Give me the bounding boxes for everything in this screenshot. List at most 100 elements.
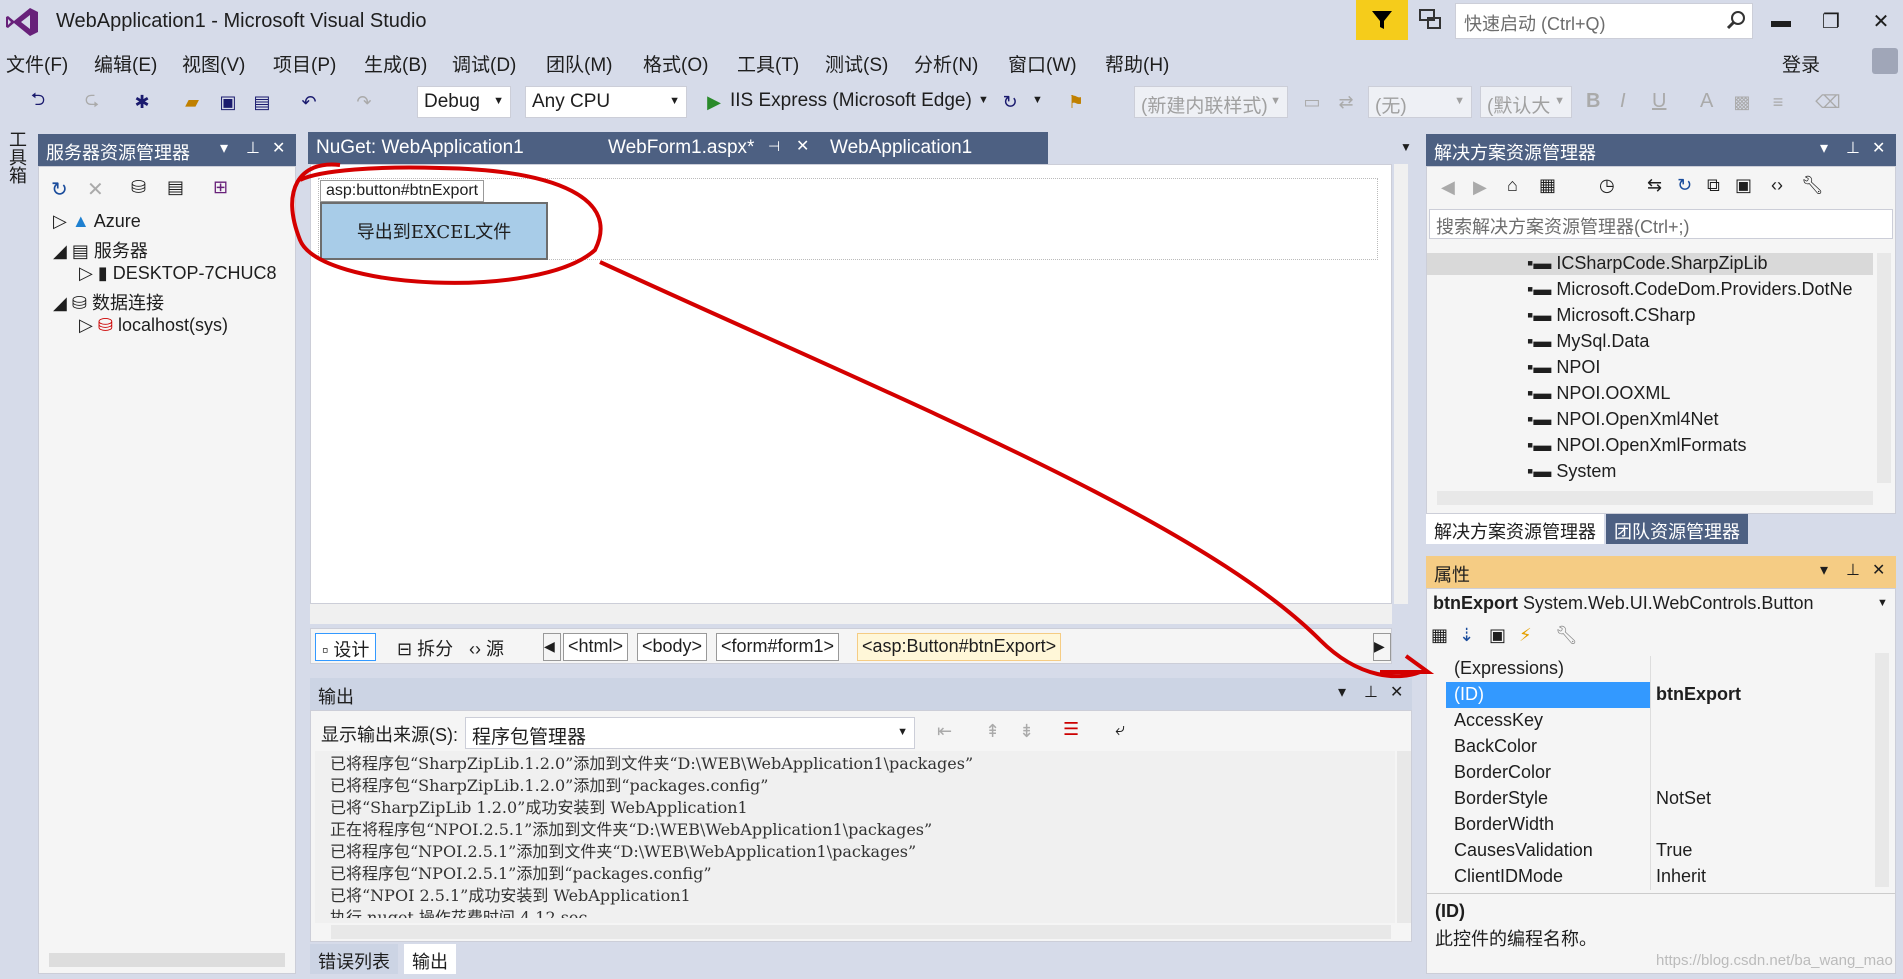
menu-help[interactable]: 帮助(H) (1105, 50, 1169, 77)
sync-icon[interactable]: ⇆ (1647, 175, 1662, 196)
pin-icon[interactable]: ⊥ (246, 138, 260, 158)
notification-filter-icon[interactable] (1356, 0, 1408, 40)
forward-icon[interactable]: ⮎ (78, 88, 106, 116)
reference-item[interactable]: ▪▬ ICSharpCode.SharpZipLib (1527, 253, 1768, 274)
designer-horizontal-scrollbar[interactable] (310, 604, 1392, 624)
tab-error-list[interactable]: 错误列表 (310, 944, 398, 974)
property-row[interactable]: BackColor (1446, 734, 1872, 760)
tab-team-explorer[interactable]: 团队资源管理器 (1606, 514, 1748, 544)
tree-node-servers[interactable]: ◢ ▤ 服务器 (53, 237, 148, 263)
tab-webform1[interactable]: WebForm1.aspx* ⊣ ✕ (600, 132, 822, 164)
tab-nuget[interactable]: NuGet: WebApplication1 (308, 132, 600, 164)
reference-item[interactable]: ▪▬ NPOI.OOXML (1527, 383, 1670, 404)
property-row-selected[interactable]: (ID) btnExport (1446, 682, 1872, 708)
design-view-tab[interactable]: ▫ 设计 (315, 633, 377, 661)
close-tab-icon[interactable]: ✕ (796, 136, 809, 156)
tree-node-azure[interactable]: ▷ ▲ Azure (53, 211, 141, 232)
forward-icon[interactable]: ▶ (1473, 177, 1487, 198)
close-panel-icon[interactable]: ✕ (1872, 138, 1885, 158)
solution-platform-select[interactable]: Any CPU ▼ (525, 86, 687, 118)
font-size-select[interactable]: (默认大 ▼ (1480, 86, 1572, 118)
menu-view[interactable]: 视图(V) (182, 50, 245, 77)
show-all-files-icon[interactable]: ▣ (1735, 175, 1752, 196)
property-row[interactable]: BorderStyle NotSet (1446, 786, 1872, 812)
quick-launch-input[interactable]: 快速启动 (Ctrl+Q) (1455, 3, 1753, 39)
refresh-icon[interactable]: ↻ (51, 177, 68, 202)
crumb-prev-icon[interactable]: ◀ (543, 633, 561, 661)
refresh-dropdown-icon[interactable]: ▼ (1032, 94, 1043, 106)
tree-node-localhost[interactable]: ▷ ⛁ localhost(sys) (79, 315, 228, 336)
justify-icon[interactable]: ≡ (1764, 88, 1792, 116)
split-view-tab[interactable]: ⊟ 拆分 (397, 635, 453, 661)
menu-analyze[interactable]: 分析(N) (914, 50, 978, 77)
block-format-select[interactable]: (无) ▼ (1368, 86, 1472, 118)
crumb-body[interactable]: <body> (637, 633, 708, 661)
menu-build[interactable]: 生成(B) (364, 50, 427, 77)
bold-button[interactable]: B (1586, 90, 1600, 113)
menu-edit[interactable]: 编辑(E) (94, 50, 157, 77)
menu-file[interactable]: 文件(F) (6, 50, 68, 77)
refresh-icon[interactable]: ↻ (996, 88, 1024, 116)
reference-item[interactable]: ▪▬ MySql.Data (1527, 331, 1649, 352)
browser-link-icon[interactable]: ⚑ (1062, 88, 1090, 116)
switch-views-icon[interactable]: ▦ (1539, 175, 1556, 196)
property-value[interactable]: Inherit (1656, 866, 1706, 887)
property-value[interactable]: NotSet (1656, 788, 1711, 809)
menu-window[interactable]: 窗口(W) (1008, 50, 1077, 77)
property-row[interactable]: CausesValidation True (1446, 838, 1872, 864)
reference-item[interactable]: ▪▬ Microsoft.CSharp (1527, 305, 1695, 326)
tab-webapplication1[interactable]: WebApplication1 (822, 132, 1048, 164)
close-panel-icon[interactable]: ✕ (1872, 560, 1885, 580)
connect-server-icon[interactable]: ▤ (167, 177, 184, 198)
find-prev-icon[interactable]: ⇞ (985, 721, 1000, 742)
run-target-dropdown-icon[interactable]: ▼ (978, 94, 989, 106)
clear-format-icon[interactable]: ⌫ (1814, 88, 1842, 116)
menu-team[interactable]: 团队(M) (546, 50, 612, 77)
underline-button[interactable]: U (1652, 90, 1666, 113)
menu-project[interactable]: 项目(P) (273, 50, 336, 77)
solution-vertical-scrollbar[interactable] (1877, 253, 1891, 483)
close-window-button[interactable]: ✕ (1866, 8, 1896, 34)
pin-tab-icon[interactable]: ⊣ (768, 138, 780, 155)
pin-icon[interactable]: ⊥ (1846, 138, 1860, 158)
panel-menu-icon[interactable]: ▾ (1820, 138, 1828, 158)
pending-changes-icon[interactable]: ◷ (1599, 175, 1615, 196)
solution-horizontal-scrollbar[interactable] (1437, 491, 1873, 505)
find-next-icon[interactable]: ⇟ (1019, 721, 1034, 742)
source-view-tab[interactable]: ‹› 源 (469, 635, 504, 661)
toolbox-side-tab[interactable]: 工具箱 (0, 130, 30, 190)
output-horizontal-scrollbar[interactable] (331, 925, 1391, 939)
italic-button[interactable]: I (1620, 90, 1626, 113)
tab-output[interactable]: 输出 (404, 944, 456, 974)
alphabetical-icon[interactable]: ⇣ (1459, 625, 1474, 646)
tab-overflow-icon[interactable]: ▼ (1400, 140, 1412, 154)
reference-item[interactable]: ▪▬ System (1527, 461, 1616, 482)
redo-icon[interactable]: ↷ (350, 88, 378, 116)
connect-database-icon[interactable]: ⛁ (131, 177, 146, 198)
tree-node-data-connections[interactable]: ◢ ⛁ 数据连接 (53, 289, 164, 315)
crumb-html[interactable]: <html> (563, 633, 629, 661)
foreground-color-button[interactable]: A (1700, 90, 1713, 113)
solution-configuration-select[interactable]: Debug ▼ (417, 86, 511, 118)
horizontal-scrollbar[interactable] (49, 953, 285, 967)
property-row[interactable]: AccessKey (1446, 708, 1872, 734)
events-icon[interactable]: ⚡︎ (1519, 625, 1532, 646)
property-row[interactable]: (Expressions) (1446, 656, 1872, 682)
sign-in-link[interactable]: 登录 (1782, 50, 1820, 77)
save-icon[interactable]: ▣ (214, 88, 242, 116)
categorized-icon[interactable]: ▦ (1431, 625, 1448, 646)
panel-menu-icon[interactable]: ▾ (1338, 682, 1346, 702)
run-target-button[interactable]: IIS Express (Microsoft Edge) (730, 90, 972, 112)
panel-menu-icon[interactable]: ▾ (220, 138, 228, 158)
azure-portal-icon[interactable]: ⊞ (213, 177, 228, 198)
back-icon[interactable]: ◀ (1441, 177, 1455, 198)
account-icon[interactable] (1872, 48, 1898, 74)
reference-item[interactable]: ▪▬ Microsoft.CodeDom.Providers.DotNe (1527, 279, 1873, 300)
tab-solution-explorer[interactable]: 解决方案资源管理器 (1426, 514, 1604, 544)
undo-icon[interactable]: ↶ (295, 88, 323, 116)
home-icon[interactable]: ⌂ (1507, 175, 1518, 196)
reference-item[interactable]: ▪▬ NPOI.OpenXmlFormats (1527, 435, 1746, 456)
back-icon[interactable]: ⮌ (24, 88, 52, 116)
refresh-icon[interactable]: ↻ (1677, 175, 1692, 196)
panel-menu-icon[interactable]: ▾ (1820, 560, 1828, 580)
